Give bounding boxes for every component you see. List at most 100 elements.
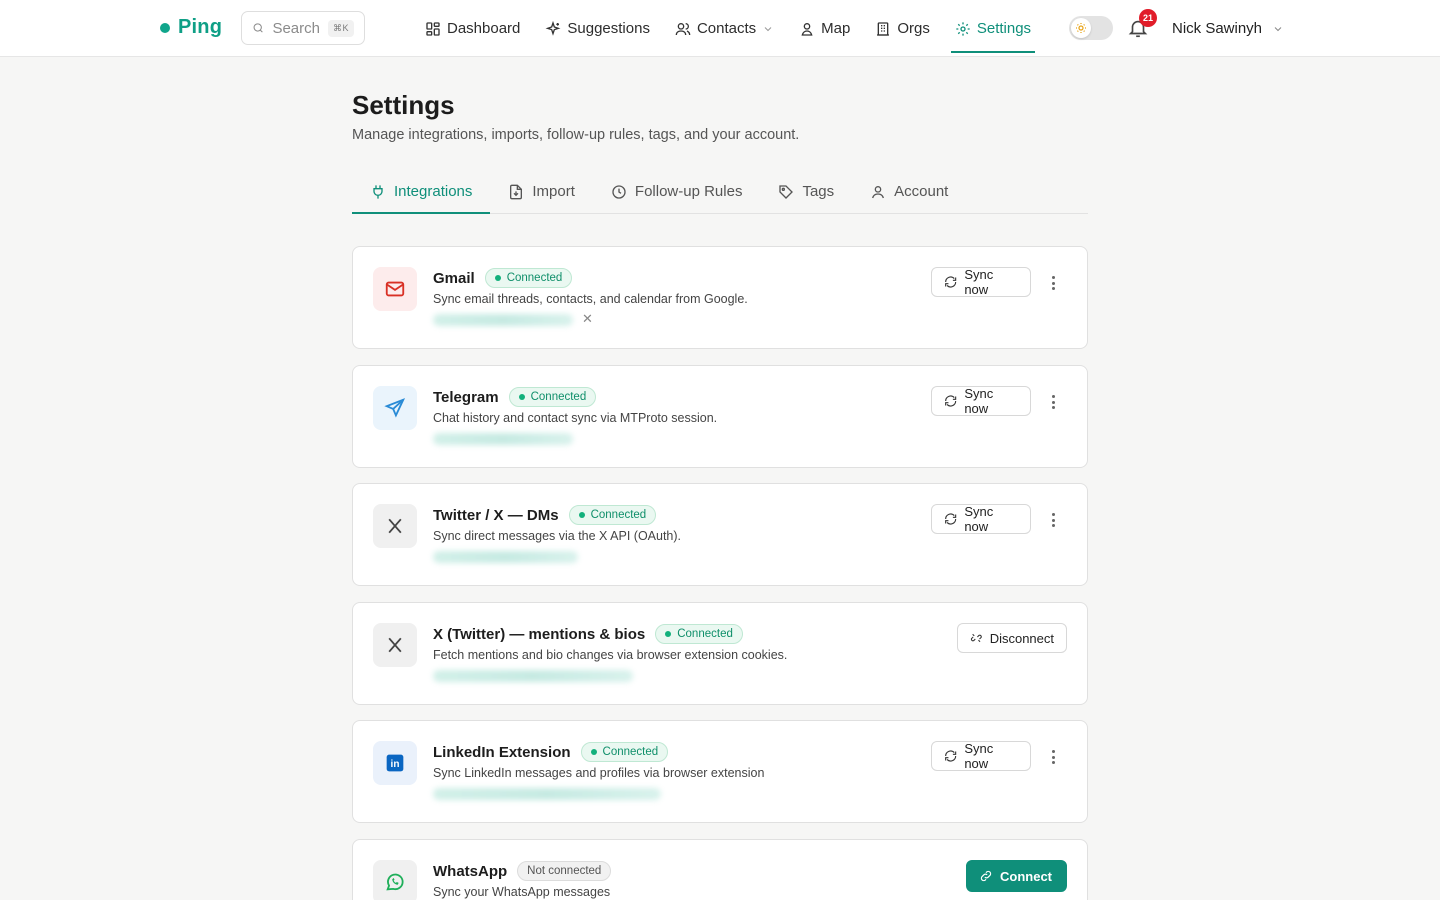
page-subtitle: Manage integrations, imports, follow-up … (352, 127, 800, 143)
unlink-icon (970, 633, 982, 643)
svg-text:in: in (391, 759, 400, 770)
map-pin-icon (801, 22, 813, 36)
nav-map-label: Map (821, 20, 851, 37)
integration-card-linkedin: in LinkedIn Extension Connected Sync Lin… (352, 720, 1088, 823)
nav-settings[interactable]: Settings (950, 0, 1036, 57)
card-title-row: WhatsApp Not connected (433, 861, 612, 881)
integration-name: Twitter / X — DMs (433, 506, 559, 524)
card-title-row: Gmail Connected (433, 268, 573, 288)
users-icon (675, 22, 691, 35)
tab-follow-up-rules[interactable]: Follow-up Rules (593, 170, 761, 213)
status-label: Not connected (527, 865, 602, 877)
integration-card-telegram: Telegram Connected Chat history and cont… (352, 365, 1088, 468)
more-options-icon[interactable] (1043, 747, 1063, 767)
nav-orgs[interactable]: Orgs (875, 0, 930, 57)
user-name: Nick Sawinyh (1172, 20, 1263, 37)
sync-now-button[interactable]: Sync now (931, 386, 1031, 416)
linkedin-icon: in (386, 754, 404, 772)
whatsapp-logo (373, 860, 417, 900)
tab-import-label: Import (532, 183, 575, 200)
nav-contacts[interactable]: Contacts (675, 0, 774, 57)
refresh-icon (945, 513, 957, 525)
send-icon (384, 398, 406, 418)
nav-suggestions[interactable]: Suggestions (545, 0, 650, 57)
toggle-knob (1071, 18, 1091, 38)
integration-description: Chat history and contact sync via MTProt… (433, 411, 718, 425)
search-shortcut: ⌘K (327, 19, 354, 37)
close-icon[interactable]: ✕ (582, 311, 593, 327)
nav-suggestions-label: Suggestions (567, 20, 650, 37)
file-import-icon (510, 184, 523, 199)
nav-dashboard-label: Dashboard (447, 20, 521, 37)
user-menu[interactable]: Nick Sawinyh (1172, 0, 1284, 57)
sync-now-label: Sync now (964, 504, 994, 534)
search-input[interactable]: Search ⌘K (241, 11, 365, 45)
integration-card-gmail: Gmail Connected Sync email threads, cont… (352, 246, 1088, 349)
tab-integrations-label: Integrations (394, 183, 473, 200)
connect-button[interactable]: Connect (966, 860, 1067, 892)
status-badge: Not connected (517, 861, 612, 881)
building-icon (877, 21, 890, 36)
integration-name: X (Twitter) — mentions & bios (433, 625, 646, 643)
integration-name: Gmail (433, 269, 475, 287)
top-nav: Ping Search ⌘K Dashboard Suggestions Con… (0, 0, 1440, 57)
sync-now-label: Sync now (964, 267, 994, 297)
status-dot-icon (590, 749, 597, 755)
tab-integrations[interactable]: Integrations (352, 170, 491, 214)
integration-card-twitter-dms: Twitter / X — DMs Connected Sync direct … (352, 483, 1088, 586)
more-options-icon[interactable] (1043, 273, 1063, 293)
search-placeholder: Search (272, 19, 320, 37)
user-icon (872, 185, 885, 198)
sync-now-button[interactable]: Sync now (931, 741, 1031, 771)
mail-icon (385, 281, 405, 297)
status-badge: Connected (568, 505, 657, 525)
gmail-logo (373, 267, 417, 311)
tab-tags-label: Tags (802, 183, 835, 200)
card-title-row: LinkedIn Extension Connected (433, 742, 669, 762)
tab-tags[interactable]: Tags (760, 170, 852, 213)
status-badge: Connected (580, 742, 669, 762)
sync-now-button[interactable]: Sync now (931, 267, 1031, 297)
logo-dot-icon (160, 22, 170, 33)
integration-description: Sync your WhatsApp messages (433, 885, 611, 899)
integration-name: WhatsApp (433, 862, 508, 880)
theme-toggle[interactable] (1069, 16, 1113, 40)
status-label: Connected (506, 272, 563, 284)
integration-card-whatsapp: WhatsApp Not connected Sync your WhatsAp… (352, 839, 1088, 900)
nav-map[interactable]: Map (799, 0, 850, 57)
more-options-icon[interactable] (1043, 392, 1063, 412)
redacted-account (433, 670, 633, 682)
notification-badge: 21 (1139, 9, 1157, 27)
disconnect-label: Disconnect (989, 630, 1054, 646)
tab-account[interactable]: Account (852, 170, 966, 213)
redacted-account (433, 314, 573, 326)
integration-description: Fetch mentions and bio changes via brows… (433, 648, 788, 662)
status-dot-icon (665, 631, 672, 637)
link-icon (980, 870, 992, 882)
logo[interactable]: Ping (160, 16, 222, 39)
status-dot-icon (518, 394, 525, 400)
tab-import[interactable]: Import (490, 170, 593, 213)
sun-icon (1076, 23, 1086, 33)
nav-orgs-label: Orgs (897, 20, 930, 37)
refresh-icon (945, 276, 957, 288)
status-label: Connected (602, 746, 659, 758)
x-logo (373, 623, 417, 667)
status-label: Connected (677, 628, 733, 640)
telegram-logo (373, 386, 417, 430)
refresh-icon (945, 395, 957, 407)
status-label: Connected (590, 509, 647, 521)
status-badge: Connected (508, 387, 597, 407)
refresh-icon (945, 750, 957, 762)
x-logo (373, 504, 417, 548)
x-logo-icon (388, 637, 402, 653)
nav-dashboard[interactable]: Dashboard (425, 0, 520, 57)
more-options-icon[interactable] (1043, 510, 1063, 530)
disconnect-button[interactable]: Disconnect (957, 623, 1067, 653)
chevron-down-icon (764, 26, 772, 31)
sync-now-button[interactable]: Sync now (931, 504, 1031, 534)
redacted-account (433, 788, 661, 800)
integration-description: Sync email threads, contacts, and calend… (433, 292, 748, 306)
page-title: Settings (352, 90, 455, 120)
sync-now-label: Sync now (964, 741, 994, 771)
